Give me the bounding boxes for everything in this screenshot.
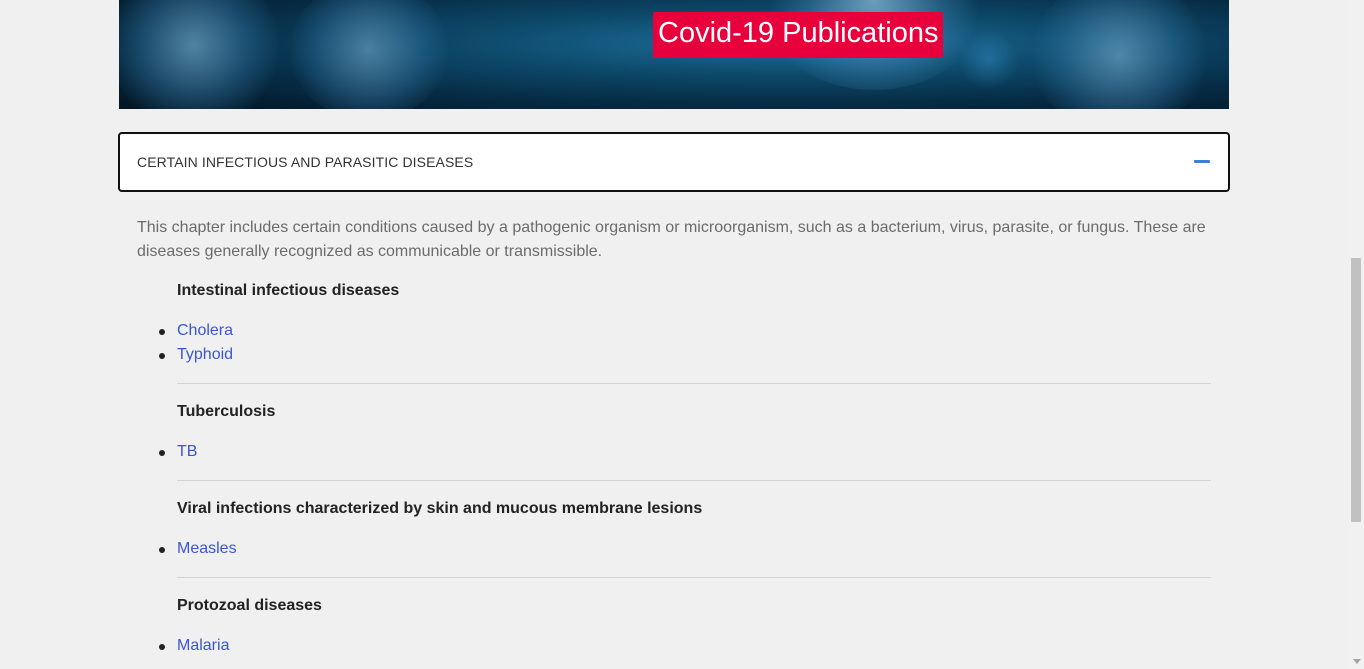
- list-item: Cholera: [159, 319, 1211, 343]
- scroll-down-arrow-icon[interactable]: [1353, 659, 1361, 664]
- disease-list: Measles: [159, 537, 1211, 561]
- accordion-title: CERTAIN INFECTIOUS AND PARASITIC DISEASE…: [137, 154, 474, 170]
- disease-section: Intestinal infectious diseases Cholera T…: [159, 279, 1211, 367]
- disease-link-cholera[interactable]: Cholera: [177, 322, 233, 339]
- page: Covid-19 Publications CERTAIN INFECTIOUS…: [0, 0, 1364, 669]
- virus-illustration: [1029, 0, 1209, 109]
- disease-link-tb[interactable]: TB: [177, 443, 197, 460]
- bullet-icon: [159, 329, 165, 335]
- virus-illustration: [959, 30, 1019, 90]
- section-divider: [177, 480, 1211, 481]
- section-heading: Protozoal diseases: [177, 597, 322, 614]
- section-divider: [177, 383, 1211, 384]
- section-heading: Viral infections characterized by skin a…: [177, 500, 703, 517]
- disease-list: TB: [159, 440, 1211, 464]
- scrollbar-thumb[interactable]: [1351, 258, 1361, 522]
- chapter-description: This chapter includes certain conditions…: [137, 219, 1206, 260]
- disease-link-measles[interactable]: Measles: [177, 540, 237, 557]
- list-item: Measles: [159, 537, 1211, 561]
- disease-section: Viral infections characterized by skin a…: [159, 497, 1211, 561]
- section-heading: Intestinal infectious diseases: [177, 282, 400, 299]
- bullet-icon: [159, 353, 165, 359]
- disease-section: Tuberculosis TB: [159, 400, 1211, 464]
- section-heading: Tuberculosis: [177, 403, 276, 420]
- section-divider: [177, 577, 1211, 578]
- virus-illustration: [289, 0, 449, 109]
- disease-link-typhoid[interactable]: Typhoid: [177, 346, 233, 363]
- virus-illustration: [119, 0, 279, 109]
- list-item: Malaria: [159, 634, 1211, 658]
- banner-title: Covid-19 Publications: [653, 12, 944, 58]
- list-item: TB: [159, 440, 1211, 464]
- bullet-icon: [159, 547, 165, 553]
- vertical-scrollbar[interactable]: [1349, 0, 1364, 669]
- accordion-header[interactable]: CERTAIN INFECTIOUS AND PARASITIC DISEASE…: [118, 132, 1230, 192]
- disease-list: Cholera Typhoid: [159, 319, 1211, 367]
- bullet-icon: [159, 644, 165, 650]
- disease-link-malaria[interactable]: Malaria: [177, 637, 229, 654]
- hero-banner: Covid-19 Publications: [119, 0, 1229, 109]
- bullet-icon: [159, 450, 165, 456]
- minus-icon[interactable]: [1194, 160, 1210, 163]
- disease-list: Malaria: [159, 634, 1211, 658]
- disease-section: Protozoal diseases Malaria: [159, 594, 1211, 658]
- list-item: Typhoid: [159, 343, 1211, 367]
